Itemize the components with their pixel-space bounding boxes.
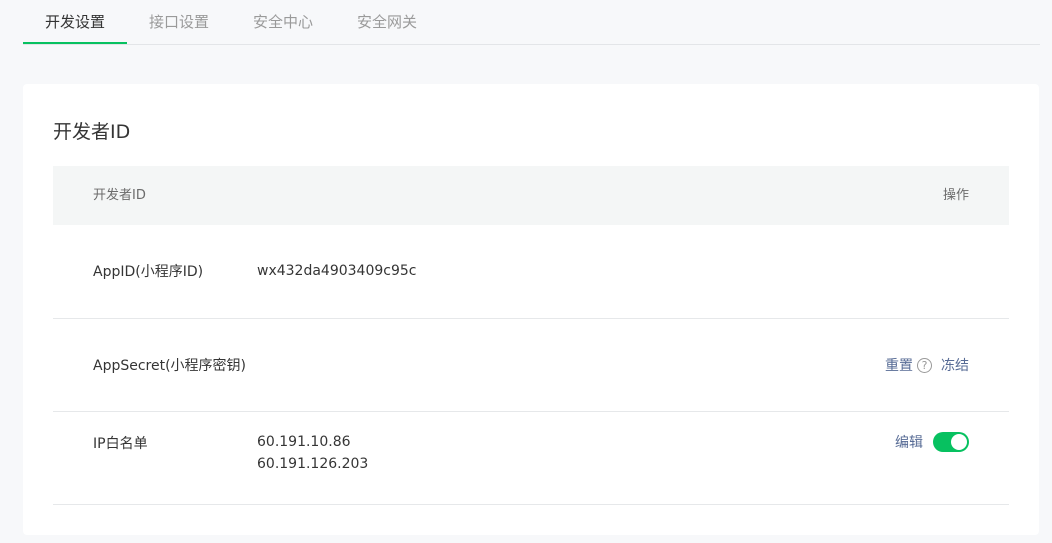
developer-id-card: 开发者ID 开发者ID 操作 AppID(小程序ID) wx432da49034… <box>23 84 1039 535</box>
appid-label: AppID(小程序ID) <box>93 264 204 280</box>
ip-whitelist-label: IP白名单 <box>93 436 148 452</box>
appsecret-label: AppSecret(小程序密钥) <box>93 358 247 374</box>
ip-list: 60.191.10.86 60.191.126.203 <box>257 431 368 475</box>
appsecret-actions: 重置 ? 冻结 <box>885 355 969 375</box>
top-tab-bar: 开发设置 接口设置 安全中心 安全网关 <box>23 0 1040 45</box>
ip-address: 60.191.10.86 <box>257 434 351 450</box>
tab-security-center[interactable]: 安全中心 <box>231 0 335 43</box>
freeze-link[interactable]: 冻结 <box>941 355 969 375</box>
ip-actions: 编辑 <box>895 432 969 452</box>
table-row-appid: AppID(小程序ID) wx432da4903409c95c <box>53 225 1009 319</box>
ip-address: 60.191.126.203 <box>257 456 369 472</box>
toggle-knob <box>951 434 967 450</box>
ip-whitelist-toggle[interactable] <box>933 432 969 452</box>
tab-dev-settings[interactable]: 开发设置 <box>23 0 127 44</box>
table-header: 开发者ID 操作 <box>53 166 1009 225</box>
tab-security-gateway[interactable]: 安全网关 <box>335 0 439 43</box>
table-row-ip-whitelist: IP白名单 60.191.10.86 60.191.126.203 编辑 <box>53 412 1009 505</box>
table-row-appsecret: AppSecret(小程序密钥) 重置 ? 冻结 <box>53 319 1009 412</box>
header-developer-id: 开发者ID <box>93 188 146 203</box>
edit-link[interactable]: 编辑 <box>895 432 923 452</box>
help-icon[interactable]: ? <box>917 357 932 373</box>
appid-value: wx432da4903409c95c <box>257 263 417 279</box>
header-actions: 操作 <box>942 188 969 203</box>
tab-api-settings[interactable]: 接口设置 <box>127 0 231 43</box>
reset-link[interactable]: 重置 <box>885 355 913 375</box>
card-title: 开发者ID <box>53 121 131 143</box>
